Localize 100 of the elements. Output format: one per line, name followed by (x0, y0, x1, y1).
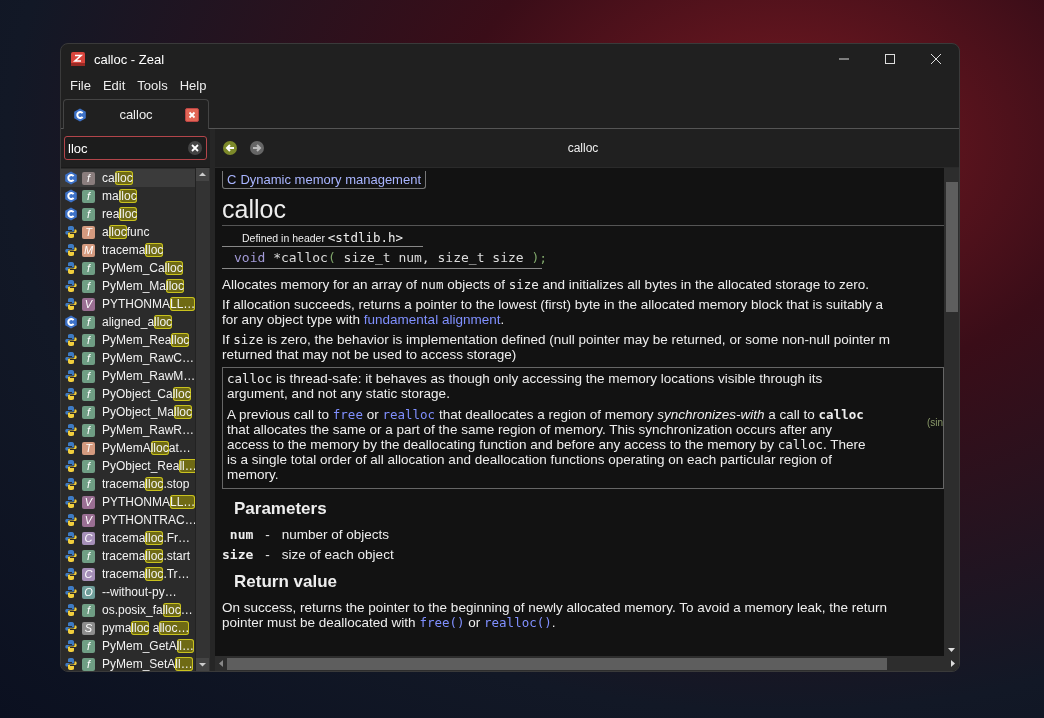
result-item[interactable]: V PYTHONTRAC… (61, 511, 195, 529)
type-badge: f (82, 549, 95, 563)
snake-logo-icon (64, 351, 78, 365)
parameter-description: size of each object (281, 547, 394, 562)
menu-item[interactable]: Help (173, 75, 213, 95)
scroll-thumb[interactable] (945, 182, 958, 312)
result-item[interactable]: C tracemalloc.Fr… (61, 529, 195, 547)
scrollbar[interactable] (944, 168, 959, 656)
result-name: --without-py… (102, 585, 177, 599)
result-item[interactable]: f PyObject_Calloc (61, 385, 195, 403)
type-badge: C (82, 567, 95, 581)
result-name: tracemalloc.start (102, 549, 191, 563)
result-item[interactable]: f tracemalloc.start (61, 547, 195, 565)
scrollbar[interactable] (195, 168, 210, 671)
result-item[interactable]: M tracemalloc (61, 241, 195, 259)
snake-logo-icon (64, 495, 78, 509)
result-item[interactable]: V PYTHONMALL… (61, 493, 195, 511)
snake-logo-icon (64, 549, 78, 563)
snake-logo-icon (64, 297, 78, 311)
tab[interactable]: calloc (63, 99, 209, 129)
type-badge: f (82, 387, 95, 401)
result-name: calloc (102, 171, 133, 185)
result-item[interactable]: f PyMem_SetAll… (61, 655, 195, 671)
result-item[interactable]: O --without-py… (61, 583, 195, 601)
type-badge: f (82, 639, 95, 653)
result-name: PYTHONTRAC… (102, 513, 195, 527)
snake-logo-icon (64, 621, 78, 635)
snake-logo-icon (64, 405, 78, 419)
menu-item[interactable]: File (64, 75, 97, 95)
result-name: PyMem_GetAll… (102, 639, 195, 653)
code-link[interactable]: free() (419, 615, 465, 630)
type-badge: f (82, 171, 95, 185)
breadcrumb-link[interactable]: C (227, 171, 237, 188)
result-item[interactable]: f PyMem_GetAll… (61, 637, 195, 655)
result-name: PyMem_RawC… (102, 351, 194, 365)
hexagon-icon (64, 207, 78, 221)
result-item[interactable]: f realloc (61, 205, 195, 223)
hexagon-icon (73, 107, 87, 122)
result-item[interactable]: f PyObject_Reall… (61, 457, 195, 475)
paragraph: Allocates memory for an array of num objects of size and initializes all bytes in the allocated storage to zero. (222, 277, 870, 292)
result-item[interactable]: V PYTHONMALL… (61, 295, 195, 313)
result-name: PYTHONMALL… (102, 495, 195, 509)
scroll-down-icon[interactable] (196, 658, 209, 671)
type-badge: T (82, 225, 95, 239)
back-arrow-icon[interactable] (223, 141, 237, 155)
result-item[interactable]: f PyMem_Calloc (61, 259, 195, 277)
tab-close-button[interactable] (185, 107, 199, 122)
result-item[interactable]: f calloc (61, 169, 195, 187)
result-name: PyMem_Calloc (102, 261, 183, 275)
window-title: calloc - Zeal (94, 51, 165, 67)
result-item[interactable]: f PyMem_Realloc (61, 331, 195, 349)
snake-logo-icon (64, 603, 78, 617)
code-link[interactable]: realloc() (484, 615, 552, 630)
result-name: malloc (102, 189, 137, 203)
search-field[interactable]: lloc (64, 136, 207, 160)
result-name: os.posix_falloc… (102, 603, 193, 617)
scroll-up-icon[interactable] (196, 168, 209, 181)
snake-logo-icon (64, 225, 78, 239)
scroll-thumb[interactable] (227, 657, 887, 670)
menu-item[interactable]: Tools (131, 75, 174, 95)
snake-logo-icon (64, 513, 78, 527)
menu-item[interactable]: Edit (96, 75, 132, 95)
result-item[interactable]: C tracemalloc.Tr… (61, 565, 195, 583)
type-badge: C (82, 531, 95, 545)
result-name: PyMem_RawR… (102, 423, 194, 437)
result-name: tracemalloc.stop (102, 477, 190, 491)
dash: - (265, 527, 270, 542)
app-icon (70, 51, 86, 67)
close-icon (191, 144, 199, 152)
section-heading: Parameters (234, 499, 328, 519)
scrollbar[interactable] (215, 656, 959, 671)
page-heading: calloc (222, 195, 944, 226)
code-link[interactable]: realloc (382, 407, 436, 422)
snake-logo-icon (64, 243, 78, 257)
result-name: PyMem_RawM… (102, 369, 195, 383)
type-badge: V (82, 297, 95, 311)
hexagon-icon (64, 171, 78, 185)
result-item[interactable]: f tracemalloc.stop (61, 475, 195, 493)
result-item[interactable]: f PyMem_RawR… (61, 421, 195, 439)
result-name: PyObject_Reall… (102, 459, 195, 473)
breadcrumb-link[interactable]: Dynamic memory management (240, 171, 421, 188)
type-badge: S (82, 621, 95, 635)
type-badge: T (82, 441, 95, 455)
result-name: realloc (102, 207, 138, 221)
result-name: pymalloc alloc… (102, 621, 190, 635)
type-badge: f (82, 207, 95, 221)
function-signature: void *calloc( size_t num, size_t size ); (222, 247, 542, 269)
type-badge: V (82, 495, 95, 509)
snake-logo-icon (64, 423, 78, 437)
snake-logo-icon (64, 657, 78, 671)
code-link[interactable]: free (332, 407, 363, 422)
result-item[interactable]: f PyMem_RawC… (61, 349, 195, 367)
result-item[interactable]: f malloc (61, 187, 195, 205)
splitter-handle[interactable] (210, 129, 215, 671)
result-item[interactable]: f PyMem_RawM… (61, 367, 195, 385)
type-badge: f (82, 315, 95, 329)
result-item[interactable]: S pymalloc alloc… (61, 619, 195, 637)
result-item[interactable]: f os.posix_falloc… (61, 601, 195, 619)
snake-logo-icon (64, 441, 78, 455)
forward-arrow-icon[interactable] (250, 141, 264, 155)
